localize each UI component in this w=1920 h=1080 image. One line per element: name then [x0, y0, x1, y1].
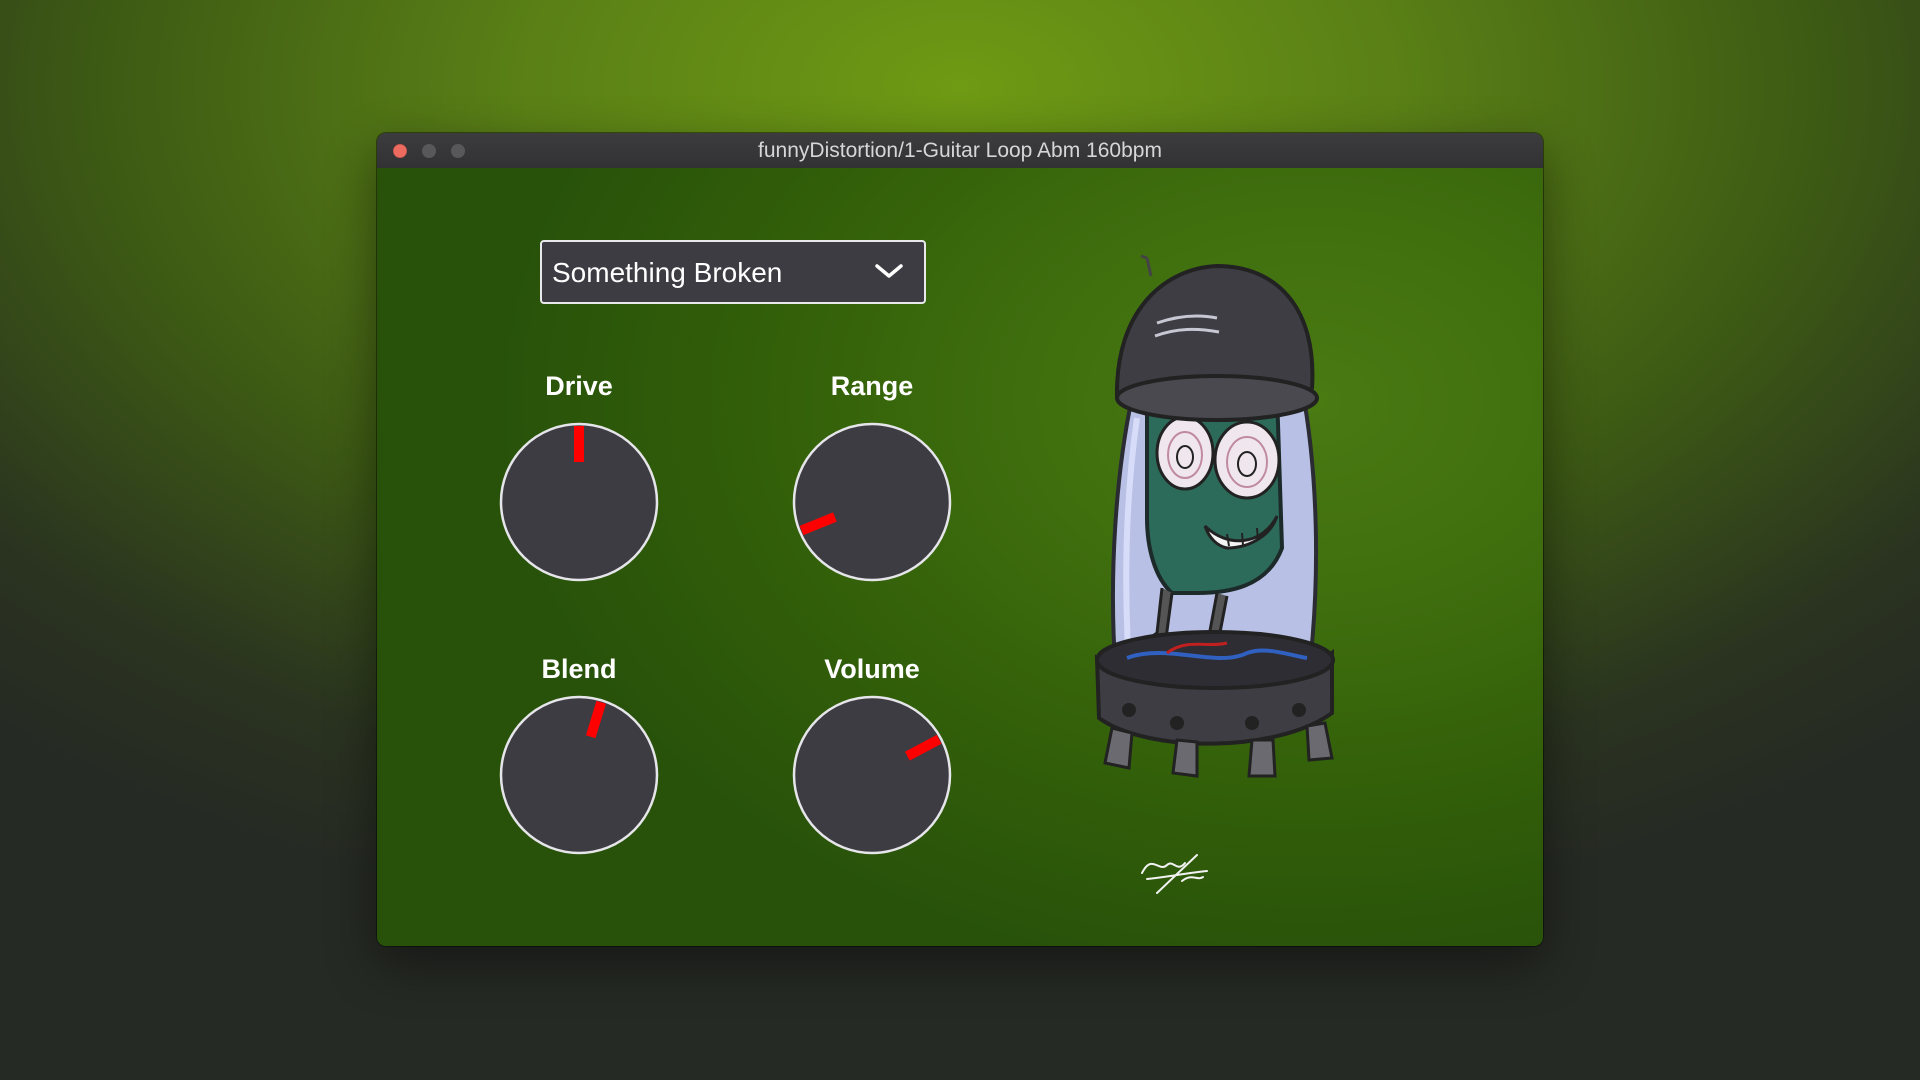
preset-dropdown[interactable]: Something Broken [540, 240, 926, 304]
range-knob[interactable] [792, 422, 952, 582]
preset-selected-label: Something Broken [552, 257, 783, 288]
window-title: funnyDistortion/1-Guitar Loop Abm 160bpm [758, 139, 1162, 162]
blend-label: Blend [541, 654, 617, 684]
drive-label: Drive [545, 371, 613, 401]
plugin-window: funnyDistortion/1-Guitar Loop Abm 160bpm… [377, 133, 1543, 946]
drive-knob[interactable] [499, 422, 659, 582]
range-label: Range [830, 371, 914, 401]
volume-knob[interactable] [792, 695, 952, 855]
chevron-down-icon [875, 264, 903, 278]
vacuum-tube-character-illustration [1094, 254, 1335, 778]
volume-label: Volume [824, 654, 920, 684]
blend-knob[interactable] [499, 695, 659, 855]
title-bar: funnyDistortion/1-Guitar Loop Abm 160bpm [377, 133, 1543, 169]
plugin-content: Something Broken Drive Range Blend Volum… [377, 168, 1543, 946]
artist-signature [1141, 854, 1208, 894]
